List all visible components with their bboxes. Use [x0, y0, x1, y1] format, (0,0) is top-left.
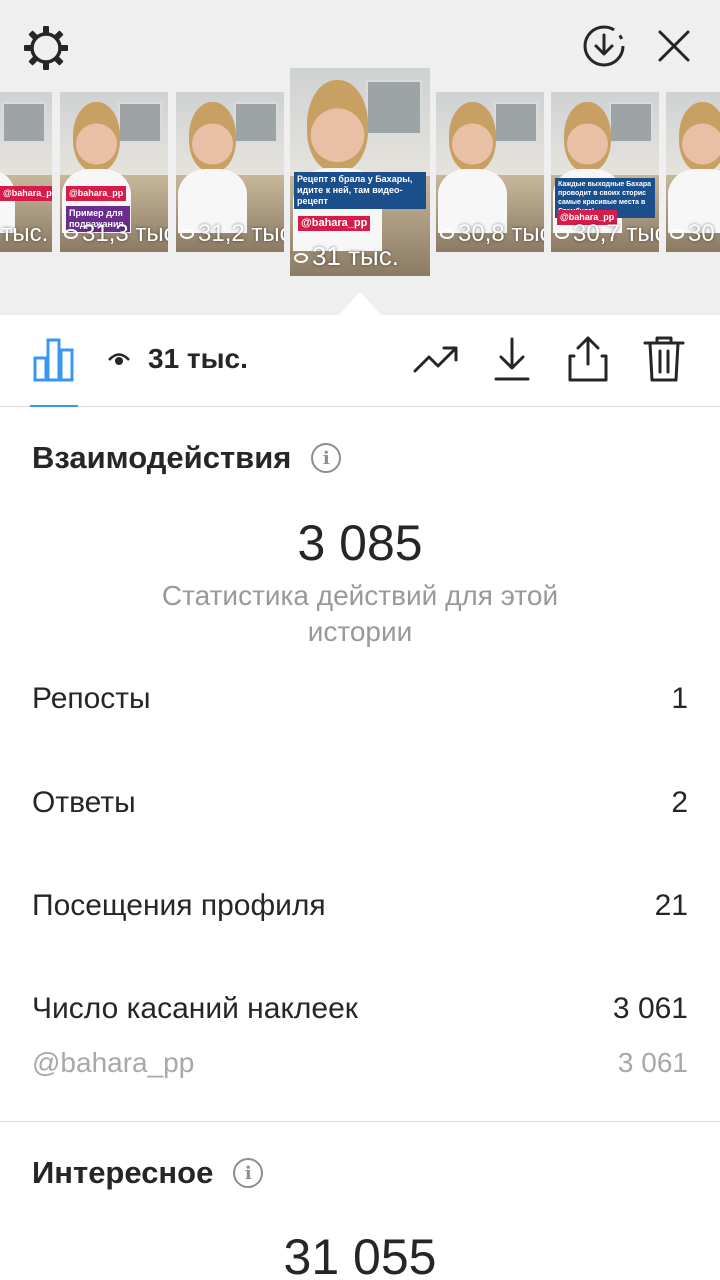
download-circle-icon[interactable] — [578, 20, 630, 72]
story-thumbnails: @bahara_pp 31,5 тыс. @bahara_pp Пример д… — [0, 68, 720, 280]
eye-icon — [180, 229, 194, 239]
stat-label: Число касаний наклеек — [32, 992, 358, 1025]
interactions-heading: Взаимодействия i — [32, 440, 342, 476]
story-thumbnail[interactable]: 30,8 тыс. — [436, 92, 544, 252]
discovery-heading: Интересное i — [32, 1155, 264, 1191]
stat-label: @bahara_pp — [32, 1047, 195, 1078]
stat-row-replies: Ответы 2 — [32, 786, 688, 820]
stat-row-profile-visits: Посещения профиля 21 — [32, 889, 688, 923]
stat-row-sticker-detail: @bahara_pp 3 061 — [32, 1047, 688, 1079]
interactions-subtitle: Статистика действий для этой истории — [161, 580, 559, 647]
story-thumbnail[interactable]: 30 — [666, 92, 720, 252]
story-sticker: @bahara_pp — [66, 186, 127, 201]
stat-value: 1 — [671, 682, 688, 715]
stat-label: Посещения профиля — [32, 889, 326, 922]
eye-icon — [670, 229, 684, 239]
info-icon[interactable]: i — [311, 443, 342, 473]
story-sticker: @bahara_pp — [298, 216, 371, 231]
story-thumbnail[interactable]: @bahara_pp 31,5 тыс. — [0, 92, 52, 252]
story-view-count: 31,2 тыс. — [180, 220, 284, 248]
views-count: 31 тыс. — [148, 343, 248, 374]
interactions-total: 3 085 — [297, 515, 423, 571]
story-thumbnail[interactable]: @bahara_pp Пример для подражания 31,3 ты… — [60, 92, 168, 252]
stat-row-reposts: Репосты 1 — [32, 682, 688, 716]
stat-value: 2 — [671, 786, 688, 819]
eye-icon — [555, 229, 569, 239]
story-sticker: Рецепт я брала у Бахары, идите к ней, та… — [294, 172, 426, 209]
stat-label: Ответы — [32, 786, 136, 819]
eye-icon — [64, 229, 78, 239]
info-icon[interactable]: i — [233, 1158, 264, 1188]
story-view-count: 31 тыс. — [294, 241, 399, 272]
gear-icon[interactable] — [20, 22, 72, 74]
trash-icon[interactable] — [638, 333, 690, 385]
share-icon[interactable] — [562, 333, 614, 385]
stat-value: 21 — [654, 889, 688, 922]
story-thumbnail-selected[interactable]: Рецепт я брала у Бахары, идите к ней, та… — [290, 68, 430, 276]
eye-icon — [440, 229, 454, 239]
trending-icon[interactable] — [410, 333, 462, 385]
discovery-title: Интересное — [32, 1155, 214, 1190]
insights-toolbar: 31 тыс. — [0, 315, 720, 407]
views-summary: 31 тыс. — [108, 343, 248, 375]
story-thumbnail[interactable]: 31,2 тыс. — [176, 92, 284, 252]
active-tab-indicator — [30, 405, 78, 407]
stat-value: 3 061 — [617, 1047, 688, 1078]
selected-pointer — [338, 292, 382, 316]
stat-row-sticker-taps: Число касаний наклеек 3 061 — [32, 992, 688, 1026]
section-divider — [0, 1121, 720, 1122]
stat-value: 3 061 — [612, 992, 688, 1025]
bar-chart-icon[interactable] — [28, 333, 80, 385]
story-view-count: 31,5 тыс. — [0, 220, 49, 247]
story-thumbnail[interactable]: Каждые выходные Бахара проводит в своих … — [551, 92, 659, 252]
story-view-count: 30 — [670, 220, 715, 248]
story-view-count: 30,8 тыс. — [440, 220, 544, 248]
story-view-count: 31,3 тыс. — [64, 220, 168, 248]
interactions-title: Взаимодействия — [32, 440, 292, 475]
story-sticker: @bahara_pp — [0, 186, 52, 201]
close-icon[interactable] — [648, 20, 700, 72]
story-view-count: 30,7 тыс. — [555, 220, 659, 248]
discovery-total: 31 055 — [283, 1229, 437, 1280]
eye-icon — [294, 253, 308, 263]
download-icon[interactable] — [486, 333, 538, 385]
story-strip: @bahara_pp 31,5 тыс. @bahara_pp Пример д… — [0, 0, 720, 316]
stat-label: Репосты — [32, 682, 151, 715]
eye-icon — [108, 353, 130, 365]
